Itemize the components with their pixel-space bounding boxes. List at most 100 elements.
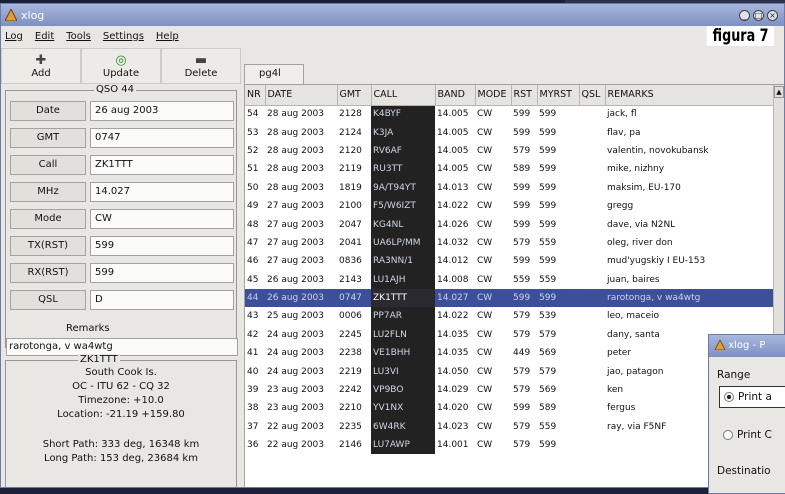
- table-cell-myrst: 589: [539, 403, 557, 414]
- table-row[interactable]: 39 23 aug 2003 2242 VP9BO 14.029 CW 579 569 ken: [245, 380, 775, 400]
- table-row[interactable]: 51 28 aug 2003 2119 RU3TT 14.005 CW 589 599 mike…: [245, 160, 775, 179]
- menu-help[interactable]: Help: [156, 31, 179, 42]
- table-row[interactable]: 40 24 aug 2003 2219 LU3VI 14.050 CW 579 579 jao,…: [245, 362, 775, 381]
- print-c-option[interactable]: Print C: [723, 429, 772, 441]
- date-label-button[interactable]: Date: [10, 101, 86, 121]
- column-header-gmt[interactable]: GMT: [337, 85, 372, 106]
- table-cell-myrst: 579: [539, 329, 557, 340]
- maximize-icon[interactable]: □: [753, 9, 764, 21]
- column-header-call[interactable]: CALL: [371, 85, 436, 106]
- table-cell-band: 14.050: [437, 366, 469, 377]
- dialog-title-bar: xlog - P: [709, 335, 785, 357]
- table-cell-band: 14.027: [435, 288, 475, 308]
- table-row[interactable]: 46 27 aug 2003 0836 RA3NN/1 14.012 CW 599 599 mu…: [245, 252, 775, 271]
- table-row[interactable]: 42 24 aug 2003 2245 LU2FLN 14.035 CW 579 579 dan…: [245, 325, 775, 345]
- table-row[interactable]: 52 28 aug 2003 2120 RV6AF 14.005 CW 579 599 vale…: [245, 141, 775, 161]
- table-cell-call: K3JA: [371, 123, 435, 142]
- toolbar: ✚ Add ◎ Update ▬ Delete: [1, 48, 241, 84]
- menu-settings[interactable]: Settings: [103, 31, 144, 42]
- xlog-window: xlog _ □ × Log Edit Tools Settings Help …: [0, 3, 785, 488]
- column-header-nr[interactable]: NR: [245, 85, 266, 106]
- table-cell-call: 6W4RK: [371, 417, 435, 437]
- table-row[interactable]: 37 22 aug 2003 2235 6W4RK 14.023 CW 579 559 ray,…: [245, 417, 775, 437]
- close-icon[interactable]: ×: [767, 9, 778, 21]
- table-row[interactable]: 38 23 aug 2003 2210 YV1NX 14.020 CW 599 589 ferg…: [245, 399, 775, 418]
- table-row[interactable]: 36 22 aug 2003 2146 LU7AWP 14.001 CW 579 599: [245, 436, 775, 455]
- mode-label-button[interactable]: Mode: [10, 209, 86, 229]
- table-cell-nr: 41: [247, 348, 259, 359]
- table-cell-nr: 45: [247, 274, 259, 285]
- update-button[interactable]: ◎ Update: [81, 48, 161, 84]
- date-input[interactable]: 26 aug 2003: [90, 101, 234, 121]
- table-cell-date: 23 aug 2003: [267, 385, 325, 396]
- column-header-rst[interactable]: RST: [511, 85, 538, 106]
- table-row[interactable]: 54 28 aug 2003 2128 K4BYF 14.005 CW 599 599 jack…: [245, 105, 775, 124]
- add-button[interactable]: ✚ Add: [1, 48, 81, 84]
- qsl-label-button[interactable]: QSL: [10, 290, 86, 310]
- table-row[interactable]: 47 27 aug 2003 2041 UA6LP/MM 14.032 CW 579 559 o…: [245, 233, 775, 253]
- table-row[interactable]: 48 27 aug 2003 2047 KG4NL 14.026 CW 599 599 dave…: [245, 215, 775, 234]
- field-row-rx: RX(RST) 599: [10, 263, 234, 283]
- delete-button[interactable]: ▬ Delete: [161, 48, 241, 84]
- mode-input[interactable]: CW: [90, 209, 234, 229]
- table-cell-mode: CW: [477, 109, 493, 120]
- table-row[interactable]: 50 28 aug 2003 1819 9A/T94YT 14.013 CW 599 599 m…: [245, 178, 775, 197]
- table-cell-myrst: 599: [539, 127, 557, 138]
- table-cell-nr: 48: [247, 219, 259, 230]
- table-cell-myrst: 599: [539, 145, 557, 156]
- info-short-path: Short Path: 333 deg, 16348 km: [42, 439, 200, 450]
- info-zones: OC - ITU 62 - CQ 32: [72, 381, 170, 392]
- table-row[interactable]: 53 28 aug 2003 2124 K3JA 14.005 CW 599 599 flav,…: [245, 123, 775, 142]
- table-cell-myrst: 579: [539, 366, 557, 377]
- table-cell-myrst: 539: [539, 311, 557, 322]
- table-cell-gmt: 2219: [339, 366, 362, 377]
- delete-icon: ▬: [194, 52, 208, 68]
- print-all-option[interactable]: Print a: [719, 386, 785, 408]
- table-cell-rst: 599: [513, 127, 531, 138]
- table-cell-remarks: jack, fl: [607, 109, 637, 120]
- column-header-myrst[interactable]: MYRST: [537, 85, 580, 106]
- table-row[interactable]: 44 26 aug 2003 0747 ZK1TTT 14.027 CW 599 599 rar…: [245, 288, 775, 308]
- rx-rst-input[interactable]: 599: [90, 263, 234, 283]
- remarks-input[interactable]: rarotonga, v wa4wtg: [6, 338, 238, 356]
- menu-log[interactable]: Log: [5, 31, 23, 42]
- minimize-icon[interactable]: _: [739, 9, 750, 21]
- radio-selected-icon: [724, 392, 734, 402]
- table-cell-nr: 36: [247, 440, 259, 451]
- menu-bar: Log Edit Tools Settings Help figura 7: [1, 26, 784, 46]
- table-row[interactable]: 45 26 aug 2003 2143 LU1AJH 14.008 CW 559 559 jua…: [245, 270, 775, 289]
- tab-log[interactable]: pg4l: [244, 64, 304, 84]
- column-header-mode[interactable]: MODE: [475, 85, 512, 106]
- call-label-button[interactable]: Call: [10, 155, 86, 175]
- gmt-label-button[interactable]: GMT: [10, 128, 86, 148]
- table-cell-band: 14.013: [437, 182, 469, 193]
- table-cell-mode: CW: [477, 182, 493, 193]
- gmt-input[interactable]: 0747: [90, 128, 234, 148]
- column-header-date[interactable]: DATE: [265, 85, 338, 106]
- figure-label: figura 7: [706, 26, 774, 46]
- table-cell-gmt: 2235: [339, 421, 362, 432]
- tx-rst-label-button[interactable]: TX(RST): [10, 236, 86, 256]
- rx-rst-label-button[interactable]: RX(RST): [10, 263, 86, 283]
- call-input[interactable]: ZK1TTT: [90, 155, 234, 175]
- table-cell-band: 14.001: [437, 440, 469, 451]
- menu-edit[interactable]: Edit: [35, 31, 54, 42]
- table-cell-myrst: 559: [539, 237, 557, 248]
- table-cell-gmt: 2041: [339, 237, 362, 248]
- tx-rst-input[interactable]: 599: [90, 236, 234, 256]
- menu-tools[interactable]: Tools: [66, 31, 91, 42]
- field-row-tx: TX(RST) 599: [10, 236, 234, 256]
- mhz-label-button[interactable]: MHz: [10, 182, 86, 202]
- column-header-band[interactable]: BAND: [435, 85, 476, 106]
- mhz-input[interactable]: 14.027: [90, 182, 234, 202]
- table-row[interactable]: 41 24 aug 2003 2238 VE1BHH 14.035 CW 449 569 pet…: [245, 344, 775, 363]
- table-cell-date: 27 aug 2003: [267, 201, 325, 212]
- table-row[interactable]: 49 27 aug 2003 2100 F5/W6IZT 14.022 CW 599 599 g…: [245, 196, 775, 216]
- scroll-up-icon[interactable]: ▲: [774, 86, 784, 98]
- column-header-qsl[interactable]: QSL: [579, 85, 606, 106]
- table-cell-nr: 46: [247, 256, 259, 267]
- qsl-input[interactable]: D: [90, 290, 234, 310]
- table-cell-date: 24 aug 2003: [267, 366, 325, 377]
- column-header-remarks[interactable]: REMARKS: [605, 85, 776, 106]
- table-row[interactable]: 43 25 aug 2003 0006 PP7AR 14.022 CW 579 539 leo,…: [245, 307, 775, 326]
